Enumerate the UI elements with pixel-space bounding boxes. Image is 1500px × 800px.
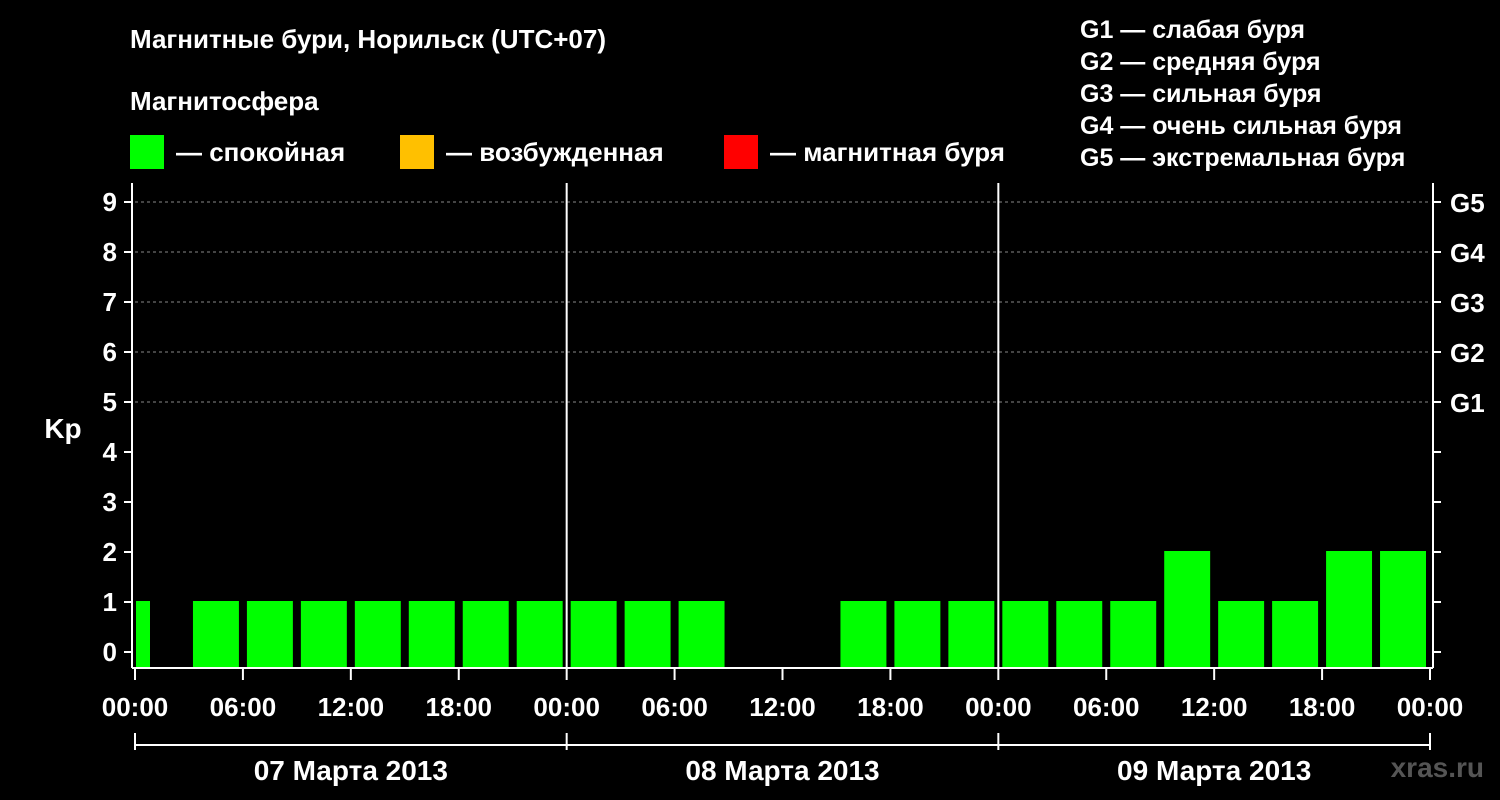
kp-bar — [354, 601, 401, 668]
kp-bar — [1164, 551, 1211, 668]
y-tick-label: 3 — [103, 487, 117, 517]
kp-bar — [570, 601, 617, 668]
x-tick-label: 00:00 — [533, 692, 600, 722]
y-tick-label: 6 — [103, 337, 117, 367]
y-tick-label: 2 — [103, 537, 117, 567]
g-tick-label: G3 — [1450, 288, 1485, 318]
y-tick-label: 0 — [103, 637, 117, 667]
kp-bar — [1002, 601, 1049, 668]
kp-bar — [408, 601, 455, 668]
y-tick-label: 1 — [103, 587, 117, 617]
kp-bar — [136, 601, 150, 668]
x-tick-label: 00:00 — [965, 692, 1032, 722]
g-tick-label: G5 — [1450, 188, 1485, 218]
kp-bar — [1380, 551, 1426, 668]
date-label: 09 Марта 2013 — [1117, 755, 1311, 786]
x-tick-label: 00:00 — [1397, 692, 1464, 722]
x-tick-label: 18:00 — [1289, 692, 1356, 722]
x-tick-label: 06:00 — [210, 692, 277, 722]
g-tick-label: G1 — [1450, 388, 1485, 418]
kp-bar — [678, 601, 725, 668]
kp-bar — [246, 601, 293, 668]
x-tick-label: 18:00 — [857, 692, 924, 722]
x-tick-label: 12:00 — [749, 692, 816, 722]
x-tick-label: 00:00 — [102, 692, 169, 722]
y-tick-label: 7 — [103, 287, 117, 317]
kp-bar — [624, 601, 671, 668]
y-tick-label: 8 — [103, 237, 117, 267]
kp-bar — [1326, 551, 1373, 668]
g-tick-label: G4 — [1450, 238, 1485, 268]
y-axis-label: Kp — [44, 413, 81, 444]
kp-bar — [1056, 601, 1103, 668]
kp-bar — [948, 601, 995, 668]
x-tick-label: 12:00 — [1181, 692, 1248, 722]
kp-bar — [192, 601, 239, 668]
watermark: xras.ru — [1390, 752, 1484, 783]
date-label: 07 Марта 2013 — [254, 755, 448, 786]
x-tick-label: 18:00 — [426, 692, 493, 722]
kp-bar — [300, 601, 347, 668]
y-tick-label: 9 — [103, 187, 117, 217]
kp-bar — [462, 601, 509, 668]
kp-bar-chart: 0 1 2 3 4 5 6 7 8 9 G1 G2 G3 G4 G5 Kp 00:00 06:00 12:00 18:… — [44, 183, 1485, 786]
y-tick-label: 5 — [103, 387, 117, 417]
kp-bar — [1272, 601, 1319, 668]
kp-bar — [840, 601, 887, 668]
kp-bar — [894, 601, 941, 668]
kp-bar — [1110, 601, 1157, 668]
x-tick-label: 12:00 — [318, 692, 385, 722]
date-label: 08 Марта 2013 — [685, 755, 879, 786]
kp-bar — [516, 601, 563, 668]
x-tick-label: 06:00 — [641, 692, 708, 722]
y-tick-label: 4 — [103, 437, 118, 467]
kp-bar — [1218, 601, 1265, 668]
x-tick-label: 06:00 — [1073, 692, 1140, 722]
g-tick-label: G2 — [1450, 338, 1485, 368]
